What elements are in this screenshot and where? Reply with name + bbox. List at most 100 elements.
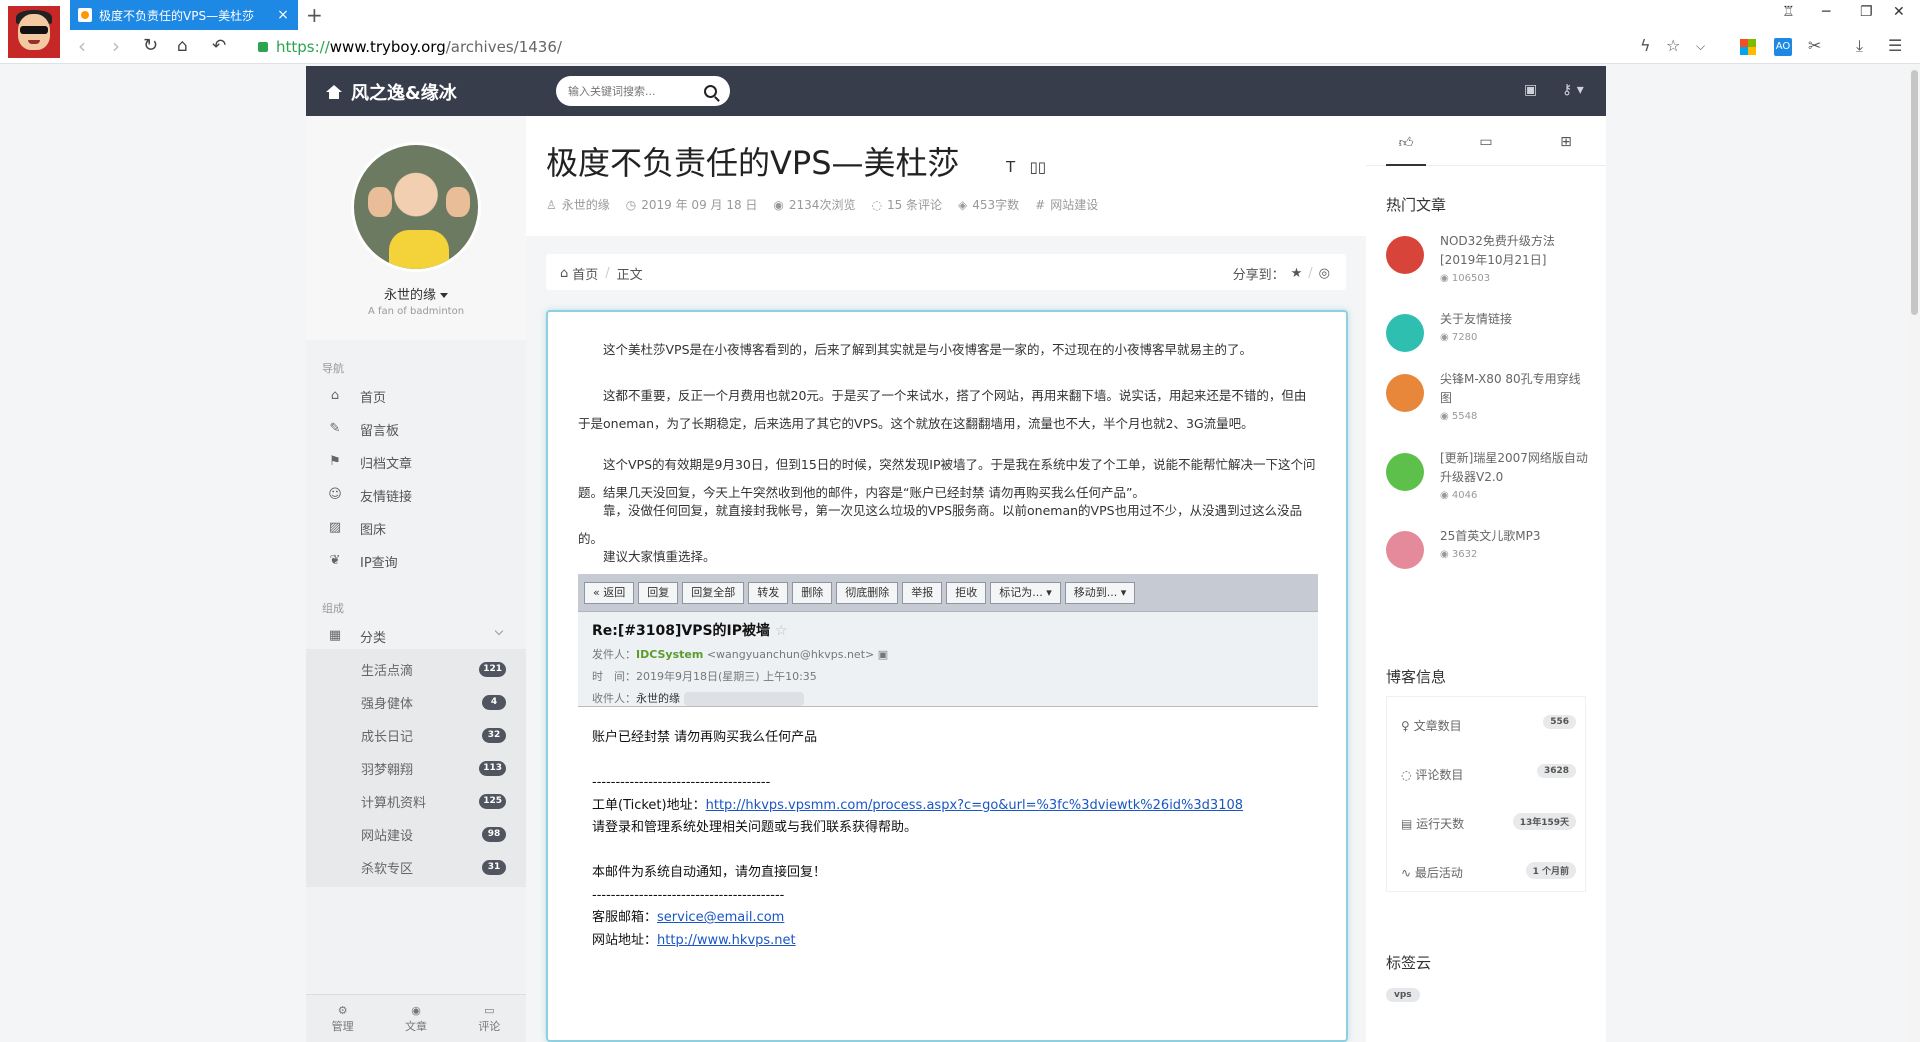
comment-icon: ▭	[484, 1004, 495, 1017]
weibo-icon[interactable]: ◎	[1319, 266, 1330, 281]
website-link[interactable]: http://www.hkvps.net	[657, 933, 796, 948]
qq-zone-star-icon[interactable]: ★	[1291, 266, 1303, 281]
font-size-icon[interactable]: T	[1006, 158, 1015, 176]
back-icon[interactable]: ‹	[78, 35, 86, 57]
email-screenshot: « 返回 回复 回复全部 转发 删除 彻底删除 举报 拒收 标记为... ▾ 移…	[578, 574, 1318, 994]
undo-icon[interactable]: ↶	[212, 35, 226, 57]
reader-mode-icon[interactable]: ▯▯	[1029, 158, 1046, 176]
hot-article-item[interactable]: [更新]瑞星2007网络版自动升级器V2.0 ◉ 4046	[1386, 451, 1591, 523]
search-input[interactable]	[568, 84, 698, 98]
chevron-down-icon	[494, 626, 504, 636]
info-comments: ◌ 评论数目 3628	[1401, 764, 1576, 783]
email-reject-button: 拒收	[946, 581, 987, 604]
info-last-activity: ∿ 最后活动 1 个月前	[1401, 862, 1576, 881]
service-email-link[interactable]: service@email.com	[657, 910, 784, 925]
site-brand[interactable]: 风之逸&缘冰	[326, 79, 457, 105]
minimize-icon[interactable]: ─	[1822, 4, 1830, 20]
eye-icon: ◉	[1440, 490, 1449, 501]
new-tab-button[interactable]: +	[306, 3, 323, 27]
ticket-link[interactable]: http://hkvps.vpsmm.com/process.aspx?c=go…	[706, 798, 1243, 813]
scissors-icon[interactable]: ✂	[1808, 36, 1821, 55]
shirt-icon[interactable]: ♖	[1782, 4, 1795, 20]
lightning-icon[interactable]: ϟ	[1640, 36, 1651, 55]
profile-avatar[interactable]	[351, 142, 481, 272]
home-icon[interactable]: ⌂	[177, 35, 188, 57]
breadcrumb-home[interactable]: 首页	[572, 264, 598, 283]
tab-popular[interactable]: 👍︎	[1366, 116, 1446, 166]
twitter-icon: ❦	[329, 553, 341, 568]
meta-words: ◈ 453字数	[958, 198, 1020, 212]
meta-author[interactable]: ♙ 永世的缘	[546, 196, 610, 213]
left-sidebar: 永世的缘 A fan of badminton 导航 ⌂ 首页 ✎ 留言板 ⚑ 归档文…	[306, 116, 526, 1042]
user-avatar[interactable]	[8, 6, 60, 58]
rss-icon: ◉	[411, 1004, 421, 1017]
tab-gift[interactable]: ⊞	[1526, 116, 1606, 165]
article-paragraph: 建议大家慎重选择。	[603, 549, 716, 564]
close-window-icon[interactable]: ✕	[1893, 4, 1905, 20]
email-report-button: 举报	[902, 581, 943, 604]
articles-button[interactable]: ◉ 文章	[379, 995, 452, 1042]
article-thumb	[1386, 453, 1424, 491]
url-scheme: https://	[276, 38, 330, 56]
manage-button[interactable]: ⚙ 管理	[306, 995, 379, 1042]
blurred-address	[683, 692, 804, 706]
url-host: www.tryboy.org	[329, 38, 446, 56]
breadcrumb-current: 正文	[616, 268, 643, 283]
star-icon[interactable]: ☆	[1666, 36, 1680, 55]
site-favicon-icon	[78, 8, 92, 22]
comment-icon: ◌	[1401, 768, 1412, 782]
microsoft-icon[interactable]	[1740, 39, 1756, 55]
search-icon[interactable]	[704, 84, 717, 98]
profile-name[interactable]: 永世的缘	[306, 284, 526, 303]
address-bar[interactable]: https://www.tryboy.org/archives/1436/	[258, 36, 1618, 58]
share-label: 分享到：	[1232, 268, 1285, 283]
forward-icon[interactable]: ›	[112, 35, 120, 57]
email-delete-button: 删除	[792, 581, 833, 604]
email-forward-button: 转发	[748, 581, 789, 604]
friends-icon: ☺	[328, 487, 342, 502]
eye-icon: ◉	[773, 198, 784, 212]
download-icon[interactable]: ⤓	[1856, 36, 1863, 56]
blog-info-title: 博客信息	[1386, 668, 1447, 686]
star-icon: ☆	[774, 623, 788, 639]
extension-icon[interactable]: AO	[1774, 38, 1792, 56]
tag-item[interactable]: vps	[1386, 988, 1420, 1002]
email-mark-button: 标记为... ▾	[990, 581, 1061, 604]
chevron-down-icon[interactable]: ⌵	[1696, 39, 1705, 54]
tab-close-icon[interactable]: ×	[276, 7, 290, 23]
message-icon[interactable]: ▣	[1524, 82, 1537, 98]
tab-title: 极度不负责任的VPS—美杜莎	[99, 8, 255, 23]
email-back-button: « 返回	[584, 581, 635, 604]
home-icon: ⌂	[330, 388, 340, 403]
eye-icon: ◉	[1440, 273, 1449, 284]
meta-date: ◷ 2019 年 09 月 18 日	[625, 198, 758, 212]
hot-article-item[interactable]: 25首英文儿歌MP3 ◉ 3632	[1386, 529, 1591, 601]
scrollbar-thumb[interactable]	[1911, 70, 1918, 315]
restore-icon[interactable]: ❐	[1860, 4, 1873, 20]
article-tools: T ▯▯	[1006, 158, 1046, 176]
nav-item-ip-lookup[interactable]: ❦ IP查询	[306, 541, 526, 581]
reload-icon[interactable]: ↻	[143, 35, 158, 57]
browser-tab-active[interactable]: 极度不负责任的VPS—美杜莎 ×	[70, 0, 298, 30]
email-from: 发件人：IDCSystem <wangyuanchun@hkvps.net> ▣	[592, 648, 889, 661]
meta-category[interactable]: # 网站建设	[1035, 196, 1098, 213]
hot-articles-title: 热门文章	[1386, 196, 1447, 214]
meta-comments[interactable]: ◌ 15 条评论	[871, 196, 942, 213]
bulb-icon: ♀	[1401, 719, 1410, 733]
lock-icon	[258, 42, 268, 52]
hot-article-item[interactable]: 尖锋M-X80 80孔专用穿线图 ◉ 5548	[1386, 372, 1591, 444]
grid-icon: ▦	[328, 628, 342, 643]
comments-button[interactable]: ▭ 评论	[453, 995, 526, 1042]
menu-icon[interactable]: ☰	[1888, 36, 1902, 55]
page: 风之逸&缘冰 ▣ ⚷ ▾ 永世的缘 A fan of badminton 导航 …	[306, 66, 1606, 1042]
count-badge: 31	[482, 860, 506, 875]
sidebar-tabs: 👍︎ ▭ ⊞	[1366, 116, 1606, 166]
user-icon: ♙	[546, 198, 557, 212]
info-days: ▤ 运行天数 13年159天	[1401, 813, 1576, 832]
tab-comments[interactable]: ▭	[1446, 116, 1526, 165]
email-time: 时 间：2019年9月18日(星期三) 上午10:35	[592, 670, 817, 683]
browser-chrome: 极度不负责任的VPS—美杜莎 × + ♖ ─ ❐ ✕ ‹ › ↻ ⌂ ↶ htt…	[0, 0, 1920, 64]
key-icon[interactable]: ⚷ ▾	[1562, 82, 1584, 98]
category-item[interactable]: 杀软专区 31	[306, 847, 526, 887]
hot-article-item[interactable]: NOD32免费升级方法[2019年10月21日] ◉ 106503	[1386, 234, 1591, 306]
